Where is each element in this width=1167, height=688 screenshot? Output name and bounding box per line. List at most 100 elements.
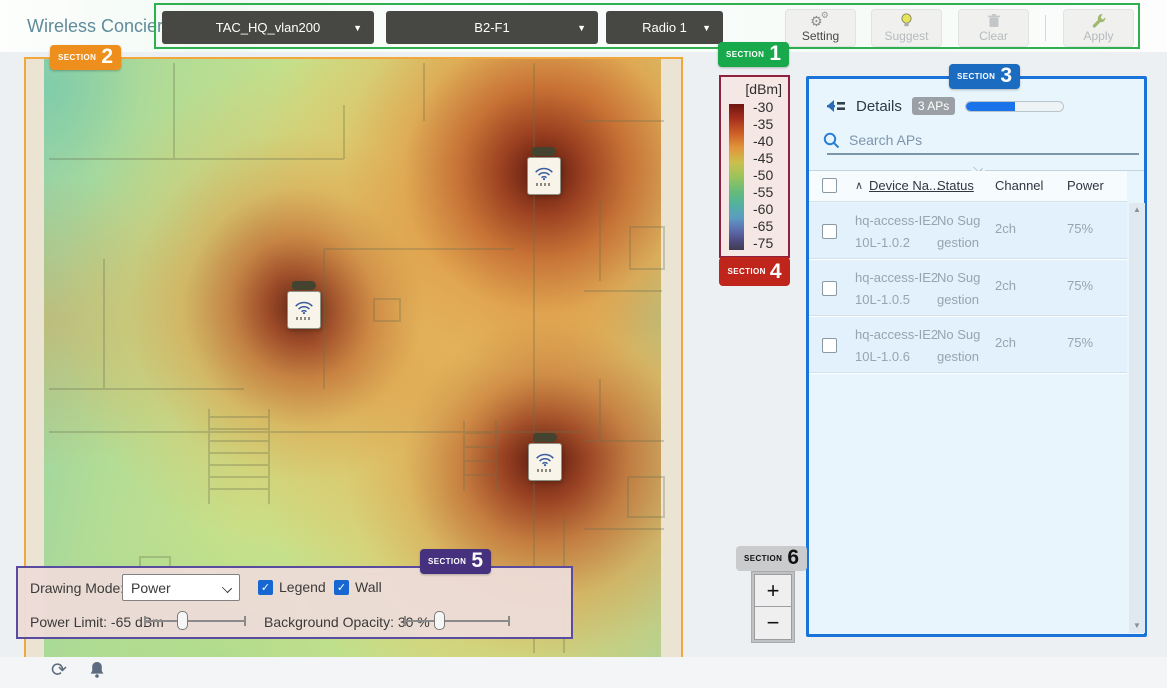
column-header-device-name[interactable]: Device Na...: [869, 178, 940, 193]
access-point-2[interactable]: [286, 281, 322, 331]
access-point-3[interactable]: [527, 433, 563, 483]
clear-button-label: Clear: [979, 29, 1008, 43]
slider-end-tick: [404, 616, 406, 626]
search-row: [823, 128, 1133, 152]
bg-opacity-slider[interactable]: [404, 611, 510, 630]
cell-channel: 2ch: [995, 335, 1016, 350]
cell-power: 75%: [1067, 335, 1093, 350]
row-checkbox[interactable]: [822, 281, 837, 296]
collapse-table-chevron-icon[interactable]: [971, 163, 985, 171]
apply-button[interactable]: Apply: [1063, 9, 1134, 47]
details-label: Details: [856, 98, 902, 115]
checkbox-checked-icon: ✓: [334, 580, 349, 595]
legend-checkbox[interactable]: ✓ Legend: [258, 579, 326, 595]
slider-end-tick: [508, 616, 510, 626]
legend-tick: -40: [753, 133, 787, 149]
chevron-down-icon: [222, 583, 232, 593]
slider-track: [404, 620, 510, 622]
wrench-icon: [1091, 13, 1106, 28]
notification-bell-icon[interactable]: [89, 661, 105, 679]
wifi-ap-icon: [527, 157, 561, 195]
drawing-controls-panel: Drawing Mode: Power ✓ Legend ✓ Wall Powe…: [16, 566, 573, 639]
cell-status: No Suggestion: [937, 210, 987, 254]
cell-device-name: hq-access-IE210L-1.0.5: [855, 267, 941, 311]
gear-icon: ⚙⚙: [810, 13, 831, 28]
floor-select[interactable]: B2-F1 ▼: [386, 11, 598, 44]
ap-mount-icon: [533, 433, 557, 442]
search-input[interactable]: [849, 132, 1133, 148]
collapse-panel-icon[interactable]: [825, 98, 846, 114]
cell-device-name: hq-access-IE210L-1.0.2: [855, 210, 941, 254]
chevron-down-icon: ▼: [353, 23, 362, 33]
chevron-down-icon: ▼: [577, 23, 586, 33]
cell-channel: 2ch: [995, 221, 1016, 236]
legend-tick: -45: [753, 150, 787, 166]
radio-select[interactable]: Radio 1 ▼: [606, 11, 723, 44]
clear-button[interactable]: Clear: [958, 9, 1029, 47]
radio-select-value: Radio 1: [642, 20, 687, 35]
floor-select-value: B2-F1: [474, 20, 509, 35]
ap-icon-size-slider[interactable]: [965, 101, 1064, 112]
row-checkbox[interactable]: [822, 224, 837, 239]
wall-checkbox-label: Wall: [355, 579, 382, 595]
wifi-ap-icon: [287, 291, 321, 329]
checkbox-checked-icon: ✓: [258, 580, 273, 595]
cell-status: No Suggestion: [937, 267, 987, 311]
section-6-tag: SECTION6: [736, 546, 807, 571]
search-underline: [827, 153, 1139, 155]
slider-end-tick: [244, 616, 246, 626]
legend-tick: -75: [753, 235, 787, 251]
slider-end-tick: [144, 616, 146, 626]
wifi-ap-icon: [528, 443, 562, 481]
suggest-button-label: Suggest: [884, 29, 928, 43]
cell-power: 75%: [1067, 221, 1093, 236]
power-limit-slider[interactable]: [144, 611, 246, 630]
drawing-mode-label: Drawing Mode:: [30, 580, 124, 596]
legend-checkbox-label: Legend: [279, 579, 326, 595]
legend-tick: -50: [753, 167, 787, 183]
setting-button-label: Setting: [802, 29, 839, 43]
ap-count-badge[interactable]: 3 APs: [912, 97, 955, 115]
cell-status: No Suggestion: [937, 324, 987, 368]
network-select[interactable]: TAC_HQ_vlan200 ▼: [162, 11, 374, 44]
section-3-tag: SECTION3: [949, 64, 1020, 89]
ap-table-header: ∧ Device Na... Status Channel Power: [809, 171, 1127, 202]
search-icon: [823, 132, 840, 149]
cell-channel: 2ch: [995, 278, 1016, 293]
ap-list-panel: Details 3 APs ∧ Device Na... Status Chan…: [806, 76, 1147, 637]
apply-button-label: Apply: [1083, 29, 1113, 43]
ap-ports: [537, 469, 553, 472]
footer-strip: [0, 657, 1167, 688]
suggest-button[interactable]: Suggest: [871, 9, 942, 47]
slider-thumb[interactable]: [177, 611, 188, 630]
legend-colorbar: [729, 104, 744, 250]
scroll-down-icon[interactable]: ▼: [1133, 622, 1141, 630]
column-header-status[interactable]: Status: [937, 178, 974, 193]
setting-button[interactable]: ⚙⚙ Setting: [785, 9, 856, 47]
sort-ascending-icon[interactable]: ∧: [855, 179, 863, 192]
refresh-icon[interactable]: ⟳: [51, 659, 67, 682]
access-point-1[interactable]: [526, 147, 562, 197]
row-checkbox[interactable]: [822, 338, 837, 353]
dbm-legend: [dBm] -30 -35 -40 -45 -50 -55 -60 -65 -7…: [719, 75, 790, 258]
legend-tick: -30: [753, 99, 787, 115]
table-row[interactable]: hq-access-IE210L-1.0.6 No Suggestion 2ch…: [809, 317, 1127, 374]
select-all-checkbox[interactable]: [822, 178, 837, 193]
table-scrollbar[interactable]: ▲ ▼: [1129, 203, 1145, 633]
section-4-tag: SECTION4: [719, 257, 790, 286]
scroll-up-icon[interactable]: ▲: [1133, 206, 1141, 214]
section-2-tag: SECTION2: [50, 45, 121, 70]
trash-icon: [988, 13, 1000, 28]
details-row: Details 3 APs: [825, 95, 1064, 117]
wall-checkbox[interactable]: ✓ Wall: [334, 579, 382, 595]
zoom-in-button[interactable]: +: [754, 574, 792, 607]
table-row[interactable]: hq-access-IE210L-1.0.2 No Suggestion 2ch…: [809, 203, 1127, 260]
table-row[interactable]: hq-access-IE210L-1.0.5 No Suggestion 2ch…: [809, 260, 1127, 317]
zoom-out-button[interactable]: −: [754, 607, 792, 640]
legend-tick: -65: [753, 218, 787, 234]
drawing-mode-select[interactable]: Power: [122, 574, 240, 601]
section-5-tag: SECTION5: [420, 549, 491, 574]
slider-thumb[interactable]: [434, 611, 445, 630]
toolbar-section-box: TAC_HQ_vlan200 ▼ B2-F1 ▼ Radio 1 ▼ ⚙⚙ Se…: [154, 3, 1140, 49]
cell-power: 75%: [1067, 278, 1093, 293]
